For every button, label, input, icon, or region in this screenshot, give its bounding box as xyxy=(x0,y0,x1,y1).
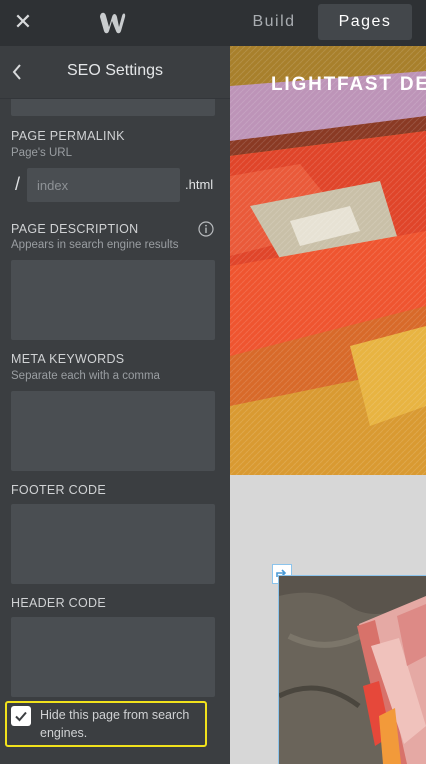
tab-pages[interactable]: Pages xyxy=(318,4,412,40)
hide-from-search-label[interactable]: Hide this page from search engines. xyxy=(40,706,205,742)
content-image xyxy=(279,576,426,764)
hero-title[interactable]: LIGHTFAST DE xyxy=(271,74,426,96)
keywords-textarea[interactable] xyxy=(11,391,215,471)
info-icon[interactable] xyxy=(198,221,214,237)
hero-image[interactable] xyxy=(230,46,426,475)
tab-build[interactable]: Build xyxy=(236,4,312,40)
permalink-extension: .html xyxy=(185,177,214,192)
previous-field[interactable] xyxy=(11,98,215,116)
close-icon[interactable]: ✕ xyxy=(10,9,36,35)
content-image-block[interactable] xyxy=(278,575,426,764)
top-bar: ✕ Build Pages xyxy=(0,0,426,46)
keywords-sublabel: Separate each with a comma xyxy=(11,370,160,382)
panel-title: SEO Settings xyxy=(66,62,164,79)
page-preview: LIGHTFAST DE xyxy=(230,46,426,764)
footer-code-label: FOOTER CODE xyxy=(11,483,106,497)
hide-from-search-checkbox[interactable] xyxy=(11,706,31,726)
description-sublabel: Appears in search engine results xyxy=(11,239,179,251)
description-textarea[interactable] xyxy=(11,260,215,340)
footer-code-textarea[interactable] xyxy=(11,504,215,584)
permalink-slash: / xyxy=(15,174,21,194)
permalink-label: PAGE PERMALINK xyxy=(11,129,125,143)
sidebar-header: SEO Settings xyxy=(0,46,230,99)
keywords-label: META KEYWORDS xyxy=(11,352,125,366)
header-code-textarea[interactable] xyxy=(11,617,215,697)
description-label: PAGE DESCRIPTION xyxy=(11,222,139,236)
checkmark-icon xyxy=(15,711,27,722)
permalink-input[interactable] xyxy=(27,168,180,202)
header-code-label: HEADER CODE xyxy=(11,596,106,610)
seo-settings-panel: PAGE PERMALINK Page's URL / .html PAGE D… xyxy=(0,46,230,764)
permalink-sublabel: Page's URL xyxy=(11,147,73,159)
weebly-logo-icon[interactable] xyxy=(96,9,128,37)
